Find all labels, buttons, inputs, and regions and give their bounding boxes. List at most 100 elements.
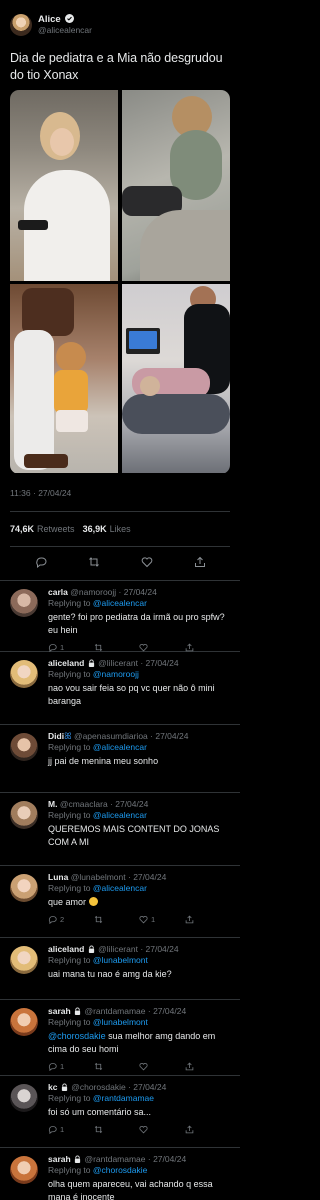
retweets-label[interactable]: Retweets [37,524,75,534]
likes-label[interactable]: Likes [110,524,131,534]
avatar[interactable] [10,874,38,902]
reply-author-name[interactable]: aliceland [48,944,84,954]
reply-author-name[interactable]: sarah [48,1006,71,1016]
like-icon[interactable] [141,556,153,568]
avatar[interactable] [10,1156,38,1184]
reply-author-handle[interactable]: @chorosdakie [71,1082,125,1092]
avatar[interactable] [10,1084,38,1112]
avatar[interactable] [10,733,38,761]
reply-author-handle[interactable]: @cmaaclara [60,799,108,809]
reply-date[interactable]: 27/04/24 [124,587,157,597]
replying-to: Replying to @alicealencar [48,810,230,821]
likes-count[interactable]: 36,9K [83,524,107,534]
reply-author-name[interactable]: Luna [48,872,68,882]
avatar[interactable] [10,1008,38,1036]
like-button[interactable] [139,1125,185,1134]
photo-child-hand[interactable] [122,90,230,281]
reply-author-name[interactable]: aliceland [48,658,84,668]
reply-author-name[interactable]: carla [48,587,68,597]
reply[interactable]: sarah @rantdamamae · 27/04/24 Replying t… [0,1148,240,1200]
reply-author-handle[interactable]: @rantdamamae [84,1006,145,1016]
reply[interactable]: sarah @rantdamamae · 27/04/24 Replying t… [0,1000,240,1076]
retweet-button[interactable] [94,1125,140,1134]
replying-to-link[interactable]: @alicealencar [93,598,147,608]
replying-to-link[interactable]: @alicealencar [93,883,147,893]
reply-body: M. @cmaaclara · 27/04/24 Replying to @al… [48,799,230,865]
reply[interactable]: M. @cmaaclara · 27/04/24 Replying to @al… [0,793,240,866]
replying-to-link[interactable]: @namoroojj [93,669,139,679]
avatar[interactable] [10,660,38,688]
reply-button[interactable]: 1 [48,643,94,652]
retweet-icon[interactable] [88,556,100,568]
reply[interactable]: aliceland @lilicerant · 27/04/24 Replyin… [0,652,240,725]
reply-author-handle[interactable]: @lunabelmont [71,872,126,882]
replying-to-link[interactable]: @chorosdakie [93,1165,147,1175]
retweet-button[interactable] [94,1062,140,1071]
retweets-count[interactable]: 74,6K [10,524,34,534]
reply-text: uai mana tu nao é amg da kie? [48,969,172,979]
reply-author-name[interactable]: kc [48,1082,57,1092]
reply-icon[interactable] [35,556,47,568]
reply-author-name[interactable]: sarah [48,1154,71,1164]
retweet-button[interactable] [94,915,140,924]
like-button[interactable] [139,643,185,652]
reply-text: que amor [48,896,230,909]
reply-date[interactable]: 27/04/24 [155,731,188,741]
reply[interactable]: kc @chorosdakie · 27/04/24 Replying to @… [0,1076,240,1148]
retweet-icon [94,1062,102,1070]
reply-button[interactable]: 1 [48,1125,94,1134]
reply[interactable]: Luna @lunabelmont · 27/04/24 Replying to… [0,866,240,938]
reply-date[interactable]: 27/04/24 [115,799,148,809]
replying-to-link[interactable]: @alicealencar [93,742,147,752]
reply-author-handle[interactable]: @rantdamamae [84,1154,145,1164]
reply[interactable]: Didiꕤ @apenasumdiarioa · 27/04/24 Replyi… [0,725,240,793]
reply[interactable]: carla @namoroojj · 27/04/24 Replying to … [0,581,240,652]
replying-to: Replying to @namoroojj [48,669,230,680]
author-handle[interactable]: @alicealencar [38,25,92,36]
tweet-timestamp[interactable]: 11:36 · 27/04/24 [10,488,230,500]
replying-label: Replying to [48,810,91,820]
like-count: 1 [151,914,156,924]
replying-to-link[interactable]: @lunabelmont [93,1017,148,1027]
reply-author-name[interactable]: Didi [48,731,64,741]
avatar[interactable] [10,14,32,36]
share-icon[interactable] [194,556,206,568]
reply-author-handle[interactable]: @lilicerant [98,658,138,668]
avatar[interactable] [10,801,38,829]
reply-date[interactable]: 27/04/24 [153,1154,186,1164]
reply-button[interactable]: 2 [48,915,94,924]
avatar[interactable] [10,946,38,974]
replying-to-link[interactable]: @lunabelmont [93,955,148,965]
like-button[interactable]: 1 [139,915,185,924]
tweet-author[interactable]: Alice @alicealencar [10,12,230,38]
photo-woman-child[interactable] [10,284,118,473]
reply-text-content: que amor [48,897,87,907]
reply-body: Didiꕤ @apenasumdiarioa · 27/04/24 Replyi… [48,731,230,792]
reply-author-handle[interactable]: @apenasumdiarioa [74,731,148,741]
photo-woman-selfie[interactable] [10,90,118,281]
reply-button[interactable]: 1 [48,1062,94,1071]
mention-link[interactable]: @chorosdakie [48,1031,106,1041]
photo-doctor-exam[interactable] [122,284,230,473]
reply-date[interactable]: 27/04/24 [133,1082,166,1092]
reply-date[interactable]: 27/04/24 [133,872,166,882]
avatar[interactable] [10,589,38,617]
retweet-button[interactable] [94,643,140,652]
like-button[interactable] [139,1062,185,1071]
author-name[interactable]: Alice [38,14,61,25]
reply-date[interactable]: 27/04/24 [146,944,179,954]
share-icon [185,643,193,651]
reply-author-name[interactable]: M. [48,799,57,809]
replying-to-link[interactable]: @alicealencar [93,810,147,820]
share-button[interactable] [185,915,231,924]
replying-to-link[interactable]: @rantdamamae [93,1093,154,1103]
share-button[interactable] [185,1062,231,1071]
reply-author-handle[interactable]: @namoroojj [70,587,116,597]
reply-author-handle[interactable]: @lilicerant [98,944,138,954]
reply[interactable]: aliceland @lilicerant · 27/04/24 Replyin… [0,938,240,1000]
replying-label: Replying to [48,1017,91,1027]
share-button[interactable] [185,1125,231,1134]
reply-date[interactable]: 27/04/24 [146,658,179,668]
share-button[interactable] [185,643,231,652]
reply-date[interactable]: 27/04/24 [153,1006,186,1016]
